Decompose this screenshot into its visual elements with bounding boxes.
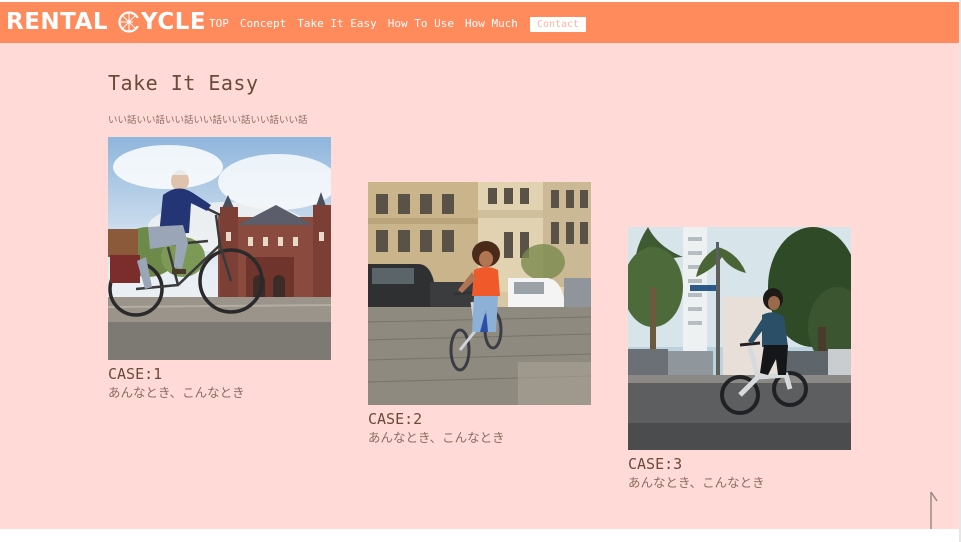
senior-man-cycling-photo	[108, 137, 331, 360]
nav-item-concept[interactable]: Concept	[240, 16, 286, 32]
nav-item-how-to-use[interactable]: How To Use	[388, 16, 454, 32]
section-title: Take It Easy	[108, 71, 259, 95]
case-title: CASE:3	[628, 455, 683, 473]
woman-riding-ebike-street-photo	[368, 182, 591, 405]
case-title: CASE:1	[108, 365, 163, 383]
woman-riding-ebike-city-photo	[628, 227, 851, 450]
page: RENTAL YCLE TOP Concept Take It Easy How…	[0, 0, 961, 542]
section-lead: いい話いい話いい話いい話いい話いい話いい話	[108, 115, 308, 126]
case-text: あんなとき、こんなとき	[628, 475, 765, 490]
main-nav: TOP Concept Take It Easy How To Use How …	[209, 16, 587, 32]
case-title: CASE:2	[368, 410, 423, 428]
take-it-easy-section: Take It Easy いい話いい話いい話いい話いい話いい話いい話 CASE:…	[0, 43, 959, 529]
nav-item-how-much[interactable]: How Much	[465, 16, 518, 32]
case-card-3: CASE:3 あんなとき、こんなとき	[628, 227, 851, 491]
top-bar: RENTAL YCLE TOP Concept Take It Easy How…	[0, 2, 959, 43]
case-card-2: CASE:2 あんなとき、こんなとき	[368, 182, 591, 446]
brand-word-rental: RENTAL	[6, 9, 109, 35]
bicycle-wheel-icon	[118, 11, 141, 33]
nav-item-top[interactable]: TOP	[209, 16, 229, 32]
case-text: あんなとき、こんなとき	[108, 385, 245, 400]
brand-word-ycle: YCLE	[141, 9, 207, 35]
arrow-up-icon[interactable]	[922, 489, 940, 531]
brand-logo[interactable]: RENTAL YCLE	[6, 6, 206, 38]
case-card-1: CASE:1 あんなとき、こんなとき	[108, 137, 331, 401]
nav-item-take-it-easy[interactable]: Take It Easy	[297, 16, 376, 32]
case-text: あんなとき、こんなとき	[368, 430, 505, 445]
contact-button[interactable]: Contact	[529, 16, 587, 32]
